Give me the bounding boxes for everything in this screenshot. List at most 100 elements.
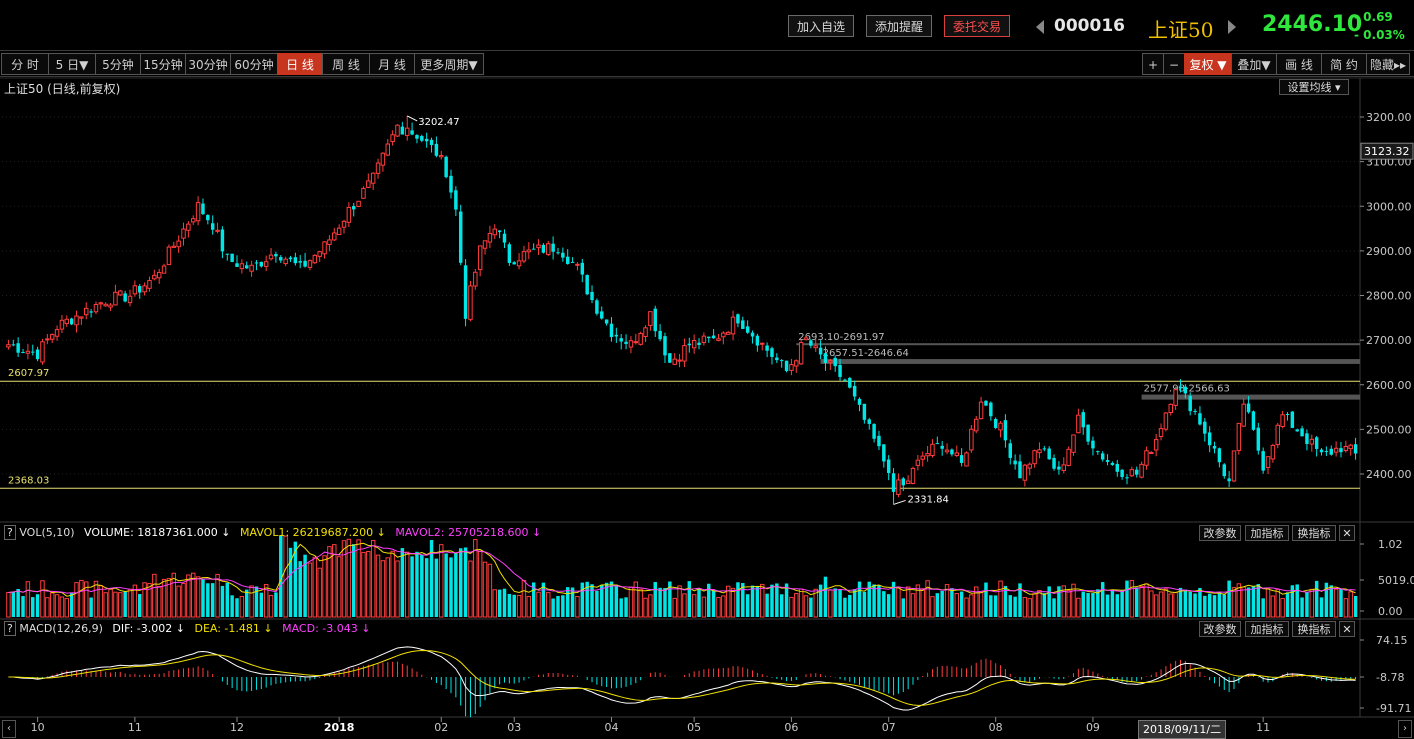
- scroll-right-icon[interactable]: ›: [1398, 720, 1412, 738]
- mavol1-value: MAVOL1: 26219687.200: [240, 526, 374, 539]
- volume-bar: [843, 597, 847, 617]
- candle-body: [69, 318, 74, 325]
- volume-bar: [1285, 592, 1290, 617]
- volume-bar: [152, 573, 157, 618]
- candle-body: [1163, 412, 1169, 430]
- macd-edit-params-button[interactable]: 改参数: [1199, 621, 1241, 637]
- macd-switch-indicator-button[interactable]: 换指标: [1292, 621, 1336, 637]
- volume-bar: [716, 597, 721, 618]
- candle-body: [1105, 460, 1110, 462]
- candle-body: [404, 127, 410, 136]
- volume-bar: [838, 589, 842, 617]
- candle-body: [429, 139, 434, 146]
- volume-bar: [312, 556, 318, 618]
- volume-bar: [98, 585, 104, 618]
- volume-bar: [322, 555, 327, 618]
- volume-bar: [424, 558, 429, 617]
- volume-bar: [1333, 588, 1339, 618]
- volume-bar: [171, 572, 177, 618]
- volume-bar: [127, 588, 133, 618]
- volume-bar: [225, 582, 230, 617]
- candle-body: [619, 338, 623, 342]
- volume-bar: [1139, 585, 1144, 618]
- candle-body: [638, 332, 643, 345]
- volume-bar: [1353, 595, 1358, 617]
- volume-bar: [89, 597, 93, 617]
- volume-bar: [1032, 593, 1037, 618]
- candle-body: [891, 473, 896, 492]
- volume-bar: [1280, 598, 1285, 618]
- candle-body: [263, 261, 269, 267]
- volume-bar: [512, 594, 516, 617]
- candle-body: [794, 360, 799, 367]
- candle-body: [707, 336, 711, 339]
- candle-body: [1343, 446, 1349, 451]
- candle-body: [25, 350, 31, 354]
- high-label: 3202.47: [418, 117, 459, 128]
- volume-bar: [274, 592, 278, 617]
- candle-body: [784, 360, 789, 371]
- volume-bar: [410, 556, 414, 617]
- volume-bar: [672, 597, 677, 618]
- volume-bar: [69, 593, 74, 617]
- volume-bar: [526, 596, 532, 618]
- candle-body: [1270, 444, 1276, 460]
- candle-body: [434, 143, 439, 156]
- volume-bar: [283, 535, 288, 618]
- candle-body: [867, 419, 871, 424]
- candle-body: [415, 135, 419, 139]
- macd-add-indicator-button[interactable]: 加指标: [1245, 621, 1289, 637]
- volume-bar: [404, 551, 410, 618]
- volume-bar: [1343, 598, 1349, 618]
- volume-bar: [206, 583, 210, 617]
- candle-body: [551, 243, 555, 252]
- candle-body: [225, 253, 230, 255]
- candle-body: [245, 265, 249, 269]
- vol-add-indicator-button[interactable]: 加指标: [1245, 525, 1289, 541]
- candle-body: [1173, 389, 1178, 406]
- month-label: 07: [882, 721, 896, 734]
- volume-bar: [40, 580, 45, 618]
- candle-body: [1207, 432, 1212, 446]
- candle-body: [420, 136, 424, 141]
- vol-header: ? VOL(5,10) VOLUME: 18187361.000 ↓ MAVOL…: [4, 525, 541, 540]
- vol-switch-indicator-button[interactable]: 换指标: [1292, 525, 1336, 541]
- scroll-left-icon[interactable]: ‹: [2, 720, 16, 738]
- volume-bar: [1149, 590, 1154, 618]
- candle-body: [531, 248, 536, 250]
- macd-help-icon[interactable]: ?: [4, 621, 16, 636]
- volume-bar: [546, 592, 551, 618]
- candle-body: [127, 295, 133, 304]
- vol-help-icon[interactable]: ?: [4, 525, 16, 540]
- volume-bar: [691, 594, 697, 618]
- candle-body: [745, 326, 750, 333]
- candle-body: [98, 302, 104, 305]
- volume-bar: [930, 596, 935, 618]
- candle-body: [147, 280, 152, 289]
- candle-body: [1178, 386, 1183, 389]
- volume-bar: [516, 594, 522, 618]
- candle-body: [45, 338, 50, 341]
- candle-body: [915, 459, 921, 466]
- volume-bar: [415, 551, 419, 617]
- volume-bar: [1314, 580, 1319, 617]
- macd-close-icon[interactable]: ✕: [1339, 621, 1355, 637]
- volume-bar: [1027, 598, 1032, 618]
- month-label: 09: [1086, 721, 1100, 734]
- candle-body: [108, 304, 113, 308]
- volume-bar: [1203, 595, 1207, 617]
- candle-body: [1018, 461, 1022, 479]
- vol-edit-params-button[interactable]: 改参数: [1199, 525, 1241, 541]
- candle-body: [1134, 469, 1139, 475]
- candle-body: [1212, 446, 1217, 449]
- candle-body: [1168, 403, 1173, 413]
- low-label: 2331.84: [908, 494, 949, 505]
- volume-bar: [600, 584, 604, 617]
- volume-bar: [487, 563, 493, 618]
- candle-body: [1217, 448, 1222, 463]
- candle-body: [1256, 427, 1261, 451]
- vol-close-icon[interactable]: ✕: [1339, 525, 1355, 541]
- candle-body: [293, 257, 298, 264]
- month-label: 03: [507, 721, 521, 734]
- volume-bar: [1125, 580, 1129, 617]
